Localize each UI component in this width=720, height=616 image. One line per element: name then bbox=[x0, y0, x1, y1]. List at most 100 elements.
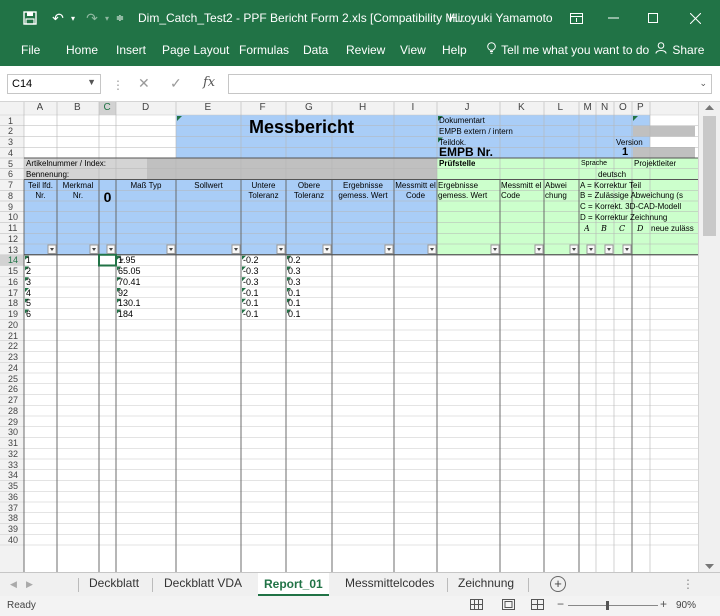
table-row-mass-typ[interactable]: 65.05 bbox=[118, 266, 141, 276]
ribbon-display-icon[interactable] bbox=[556, 0, 596, 36]
row-header-3[interactable]: 3 bbox=[8, 137, 13, 147]
row-header-23[interactable]: 23 bbox=[8, 352, 18, 362]
row-header-31[interactable]: 31 bbox=[8, 438, 18, 448]
table-row-mass-typ[interactable]: 130.1 bbox=[118, 298, 141, 308]
redo-icon[interactable]: ↷ bbox=[82, 0, 102, 36]
row-header-30[interactable]: 30 bbox=[8, 427, 18, 437]
zoom-out-icon[interactable]: − bbox=[557, 597, 564, 611]
table-row-untere-toleranz[interactable]: -0.3 bbox=[243, 277, 259, 287]
column-header-a[interactable]: A bbox=[37, 103, 44, 113]
table-row-obere-toleranz[interactable]: 0.1 bbox=[288, 309, 301, 319]
zoom-slider-thumb[interactable] bbox=[606, 601, 609, 610]
column-header-l[interactable]: L bbox=[558, 103, 564, 113]
undo-icon[interactable]: ↶ bbox=[48, 0, 68, 36]
row-header-18[interactable]: 18 bbox=[8, 298, 18, 308]
table-row-teil-nr[interactable]: 6 bbox=[26, 309, 31, 319]
row-header-1[interactable]: 1 bbox=[8, 116, 13, 126]
sheet-nav-next-icon[interactable]: ▶ bbox=[26, 579, 33, 590]
row-header-33[interactable]: 33 bbox=[8, 460, 18, 470]
tab-home[interactable]: Home bbox=[66, 43, 98, 57]
row-header-24[interactable]: 24 bbox=[8, 363, 18, 373]
tab-formulas[interactable]: Formulas bbox=[239, 43, 289, 57]
maximize-icon[interactable] bbox=[633, 0, 673, 36]
column-header-m[interactable]: M bbox=[584, 103, 592, 113]
zoom-in-icon[interactable]: + bbox=[660, 597, 667, 611]
name-box[interactable]: C14 ▼ bbox=[7, 74, 101, 94]
add-sheet-icon[interactable]: + bbox=[550, 576, 566, 592]
table-row-untere-toleranz[interactable]: -0.3 bbox=[243, 266, 259, 276]
sheet-tab-report-01[interactable]: Report_01 bbox=[258, 573, 329, 596]
sheet-tab-zeichnung[interactable]: Zeichnung bbox=[458, 576, 514, 590]
column-header-c[interactable]: C bbox=[104, 103, 111, 113]
table-row-obere-toleranz[interactable]: 0.2 bbox=[288, 255, 301, 265]
chevron-down-icon[interactable]: ▼ bbox=[87, 77, 96, 87]
table-row-obere-toleranz[interactable]: 0.1 bbox=[288, 298, 301, 308]
tab-review[interactable]: Review bbox=[346, 43, 385, 57]
sheet-tab-deckblatt[interactable]: Deckblatt bbox=[89, 576, 139, 590]
table-row-mass-typ[interactable]: 184 bbox=[118, 309, 133, 319]
row-header-20[interactable]: 20 bbox=[8, 320, 18, 330]
table-row-mass-typ[interactable]: 1.95 bbox=[118, 255, 136, 265]
row-header-2[interactable]: 2 bbox=[8, 126, 13, 136]
table-row-obere-toleranz[interactable]: 0.3 bbox=[288, 266, 301, 276]
row-header-34[interactable]: 34 bbox=[8, 470, 18, 480]
expand-formula-icon[interactable]: ⌄ bbox=[699, 78, 707, 89]
row-header-22[interactable]: 22 bbox=[8, 341, 18, 351]
table-row-teil-nr[interactable]: 3 bbox=[26, 277, 31, 287]
scroll-down-arrow[interactable] bbox=[705, 564, 714, 569]
row-header-40[interactable]: 40 bbox=[8, 535, 18, 545]
row-header-32[interactable]: 32 bbox=[8, 449, 18, 459]
table-row-untere-toleranz[interactable]: -0.1 bbox=[243, 298, 259, 308]
scroll-thumb[interactable] bbox=[703, 116, 716, 236]
zoom-slider[interactable] bbox=[568, 605, 658, 606]
cancel-icon[interactable]: ✕ bbox=[138, 75, 150, 92]
row-header-15[interactable]: 15 bbox=[8, 266, 18, 276]
column-header-i[interactable]: I bbox=[412, 103, 415, 113]
sheet-tab-deckblatt-vda[interactable]: Deckblatt VDA bbox=[164, 576, 242, 590]
column-header-e[interactable]: E bbox=[205, 103, 212, 113]
tab-data[interactable]: Data bbox=[303, 43, 328, 57]
close-icon[interactable] bbox=[675, 0, 715, 36]
share-button[interactable]: Share bbox=[655, 42, 704, 57]
user-name[interactable]: Hiroyuki Yamamoto bbox=[449, 11, 553, 25]
row-header-29[interactable]: 29 bbox=[8, 417, 18, 427]
table-row-teil-nr[interactable]: 4 bbox=[26, 288, 31, 298]
tab-insert[interactable]: Insert bbox=[116, 43, 146, 57]
save-icon[interactable] bbox=[20, 0, 40, 36]
column-header-p[interactable]: P bbox=[637, 103, 644, 113]
insert-function-icon[interactable]: fx bbox=[203, 75, 215, 90]
table-row-teil-nr[interactable]: 1 bbox=[26, 255, 31, 265]
table-row-obere-toleranz[interactable]: 0.1 bbox=[288, 288, 301, 298]
table-row-obere-toleranz[interactable]: 0.3 bbox=[288, 277, 301, 287]
redo-dropdown-icon[interactable]: ▾ bbox=[102, 0, 112, 36]
table-row-untere-toleranz[interactable]: -0.1 bbox=[243, 288, 259, 298]
column-header-d[interactable]: D bbox=[142, 103, 149, 113]
minimize-icon[interactable] bbox=[593, 0, 633, 36]
column-header-g[interactable]: G bbox=[305, 103, 313, 113]
row-header-36[interactable]: 36 bbox=[8, 492, 18, 502]
row-header-28[interactable]: 28 bbox=[8, 406, 18, 416]
formula-input[interactable]: ⌄ bbox=[228, 74, 712, 94]
row-header-39[interactable]: 39 bbox=[8, 524, 18, 534]
worksheet-grid[interactable]: A B C D E F G H I J K L M N O P 1 2 3 4 5 6 7 8 9 10 11 12 13 14 15 16 1… bbox=[0, 102, 712, 572]
column-header-b[interactable]: B bbox=[74, 103, 81, 113]
row-header-35[interactable]: 35 bbox=[8, 481, 18, 491]
row-header-37[interactable]: 37 bbox=[8, 503, 18, 513]
row-header-38[interactable]: 38 bbox=[8, 513, 18, 523]
column-header-f[interactable]: F bbox=[260, 103, 266, 113]
scroll-up-arrow[interactable] bbox=[705, 105, 714, 110]
row-header-4[interactable]: 4 bbox=[8, 148, 13, 158]
row-header-10[interactable]: 10 bbox=[8, 212, 18, 222]
undo-dropdown-icon[interactable]: ▾ bbox=[68, 0, 78, 36]
row-header-12[interactable]: 12 bbox=[8, 234, 18, 244]
row-header-8[interactable]: 8 bbox=[8, 191, 13, 201]
sheet-nav-prev-icon[interactable]: ◀ bbox=[10, 579, 17, 590]
row-header-9[interactable]: 9 bbox=[8, 202, 13, 212]
column-header-o[interactable]: O bbox=[619, 103, 627, 113]
column-header-n[interactable]: N bbox=[601, 103, 608, 113]
table-row-untere-toleranz[interactable]: -0.2 bbox=[243, 255, 259, 265]
table-row-teil-nr[interactable]: 2 bbox=[26, 266, 31, 276]
zoom-level[interactable]: 90% bbox=[676, 600, 696, 611]
page-layout-view-icon[interactable] bbox=[502, 599, 515, 613]
row-header-21[interactable]: 21 bbox=[8, 331, 18, 341]
